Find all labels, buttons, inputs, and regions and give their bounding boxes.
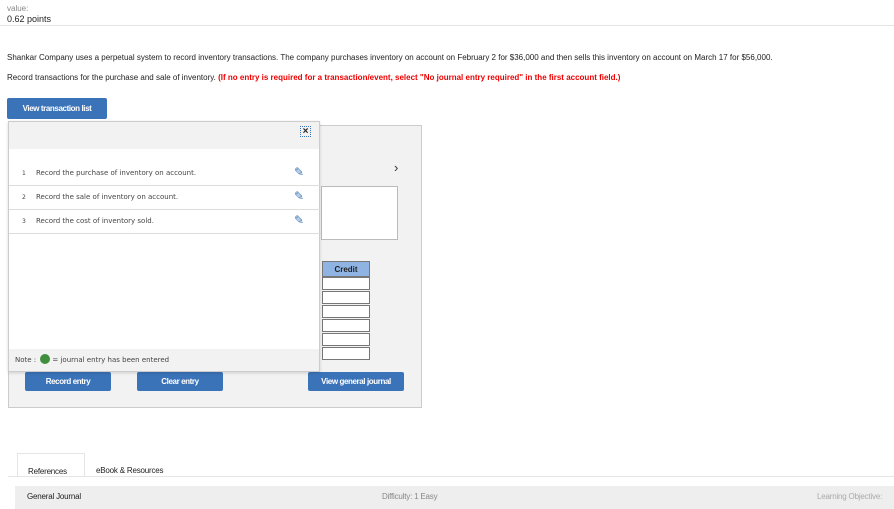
edit-pencil-icon[interactable]: ✎ [294,213,304,227]
edit-pencil-icon[interactable]: ✎ [294,189,304,203]
green-dot-icon [40,354,51,364]
item-label: Record the purchase of inventory on acco… [36,169,197,177]
instruction-note: (If no entry is required for a transacti… [218,73,621,82]
learning-objective-label: Learning Objective: [817,492,883,501]
question-instruction: Record transactions for the purchase and… [7,73,620,82]
difficulty-label: Difficulty: 1 Easy [382,492,438,501]
clear-entry-button[interactable]: Clear entry [137,372,223,391]
item-label: Record the sale of inventory on account. [36,193,179,201]
item-number: 1 [22,170,26,177]
item-number: 2 [22,194,26,201]
legend-note: Note : = journal entry has been entered [9,349,319,371]
instruction-text: Record transactions for the purchase and… [7,73,216,82]
tab-label: eBook & Resources [96,466,164,475]
view-transaction-list-button[interactable]: View transaction list [7,98,107,119]
view-general-journal-button[interactable]: View general journal [308,372,404,391]
points-value: 0.62 points [7,14,52,24]
close-icon[interactable]: × [300,126,311,137]
note-prefix: Note : [15,356,37,364]
credit-column-header: Credit [322,261,370,277]
tab-references[interactable]: References [17,453,85,477]
transaction-description-box [321,186,398,240]
item-number: 3 [22,218,26,225]
record-entry-button[interactable]: Record entry [25,372,111,391]
transaction-item[interactable]: 1 Record the purchase of inventory on acc… [9,162,321,186]
credit-input[interactable] [322,277,370,290]
divider [0,25,894,26]
chevron-right-icon[interactable]: › [394,160,398,175]
reference-title: General Journal [27,492,81,501]
credit-input[interactable] [322,291,370,304]
credit-input[interactable] [322,319,370,332]
transaction-list-popup: × 1 Record the purchase of inventory on a… [8,121,321,372]
transaction-item[interactable]: 3 Record the cost of inventory sold. ✎ [9,210,321,234]
edit-pencil-icon[interactable]: ✎ [294,165,304,179]
item-label: Record the cost of inventory sold. [36,217,154,225]
tab-divider [8,476,894,477]
transaction-item[interactable]: 2 Record the sale of inventory on account… [9,186,321,210]
reference-bar: General Journal Difficulty: 1 Easy Learn… [15,486,894,509]
credit-input[interactable] [322,305,370,318]
question-text: Shankar Company uses a perpetual system … [7,53,773,62]
note-text: = journal entry has been entered [52,356,170,364]
credit-input[interactable] [322,347,370,360]
popup-header: × [9,122,319,149]
tab-label: References [28,467,67,476]
credit-input[interactable] [322,333,370,346]
value-label: value: [7,4,29,13]
